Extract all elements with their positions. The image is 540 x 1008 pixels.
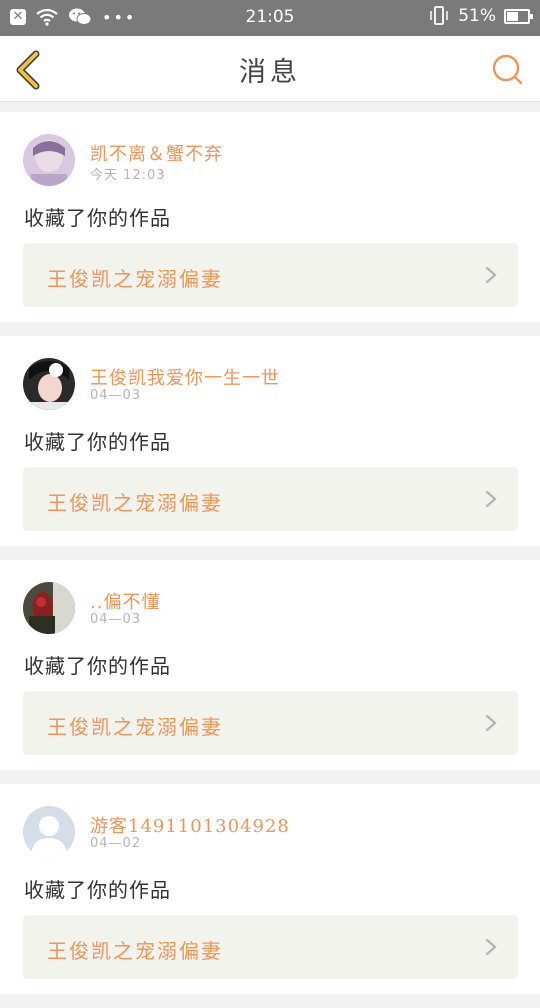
username[interactable]: 王俊凯我爱你一生一世	[90, 364, 280, 390]
chevron-right-icon	[485, 266, 497, 284]
username[interactable]: 凯不离＆蟹不弃	[90, 140, 223, 166]
search-icon[interactable]	[490, 52, 524, 86]
avatar[interactable]	[23, 358, 75, 410]
avatar[interactable]	[23, 134, 75, 186]
work-link[interactable]: 王俊凯之宠溺偏妻	[23, 467, 518, 531]
avatar[interactable]	[23, 806, 75, 858]
message-date: 04—03	[90, 612, 142, 627]
battery-icon	[504, 8, 533, 24]
message-list: 凯不离＆蟹不弃 今天 12:03 收藏了你的作品 王俊凯之宠溺偏妻 王俊凯我爱你…	[0, 112, 540, 1008]
username[interactable]: 游客1491101304928	[90, 812, 290, 838]
message-card: 游客1491101304928 04—02 收藏了你的作品 王俊凯之宠溺偏妻	[0, 784, 540, 994]
action-text: 收藏了你的作品	[24, 430, 171, 454]
work-title: 王俊凯之宠溺偏妻	[47, 267, 223, 291]
vibrate-icon	[430, 6, 448, 25]
message-date: 04—03	[90, 388, 142, 403]
chevron-right-icon	[485, 938, 497, 956]
page-title: 消息	[239, 57, 301, 88]
chevron-right-icon	[485, 714, 497, 732]
work-title: 王俊凯之宠溺偏妻	[47, 715, 223, 739]
work-link[interactable]: 王俊凯之宠溺偏妻	[23, 691, 518, 755]
work-link[interactable]: 王俊凯之宠溺偏妻	[23, 915, 518, 979]
message-date: 04—02	[90, 836, 142, 851]
action-text: 收藏了你的作品	[24, 206, 171, 230]
username[interactable]: ..偏不懂	[90, 588, 160, 614]
message-card: ..偏不懂 04—03 收藏了你的作品 王俊凯之宠溺偏妻	[0, 560, 540, 770]
action-text: 收藏了你的作品	[24, 654, 171, 678]
battery-percent: 51%	[458, 6, 496, 26]
message-card: 王俊凯我爱你一生一世 04—03 收藏了你的作品 王俊凯之宠溺偏妻	[0, 336, 540, 546]
chevron-right-icon	[485, 490, 497, 508]
status-bar: ✕ ••• 21:05 51%	[0, 0, 540, 36]
avatar[interactable]	[23, 582, 75, 634]
work-link[interactable]: 王俊凯之宠溺偏妻	[23, 243, 518, 307]
message-card: 凯不离＆蟹不弃 今天 12:03 收藏了你的作品 王俊凯之宠溺偏妻	[0, 112, 540, 322]
header: 消息	[0, 36, 540, 102]
action-text: 收藏了你的作品	[24, 878, 171, 902]
message-date: 今天 12:03	[90, 168, 166, 183]
work-title: 王俊凯之宠溺偏妻	[47, 491, 223, 515]
